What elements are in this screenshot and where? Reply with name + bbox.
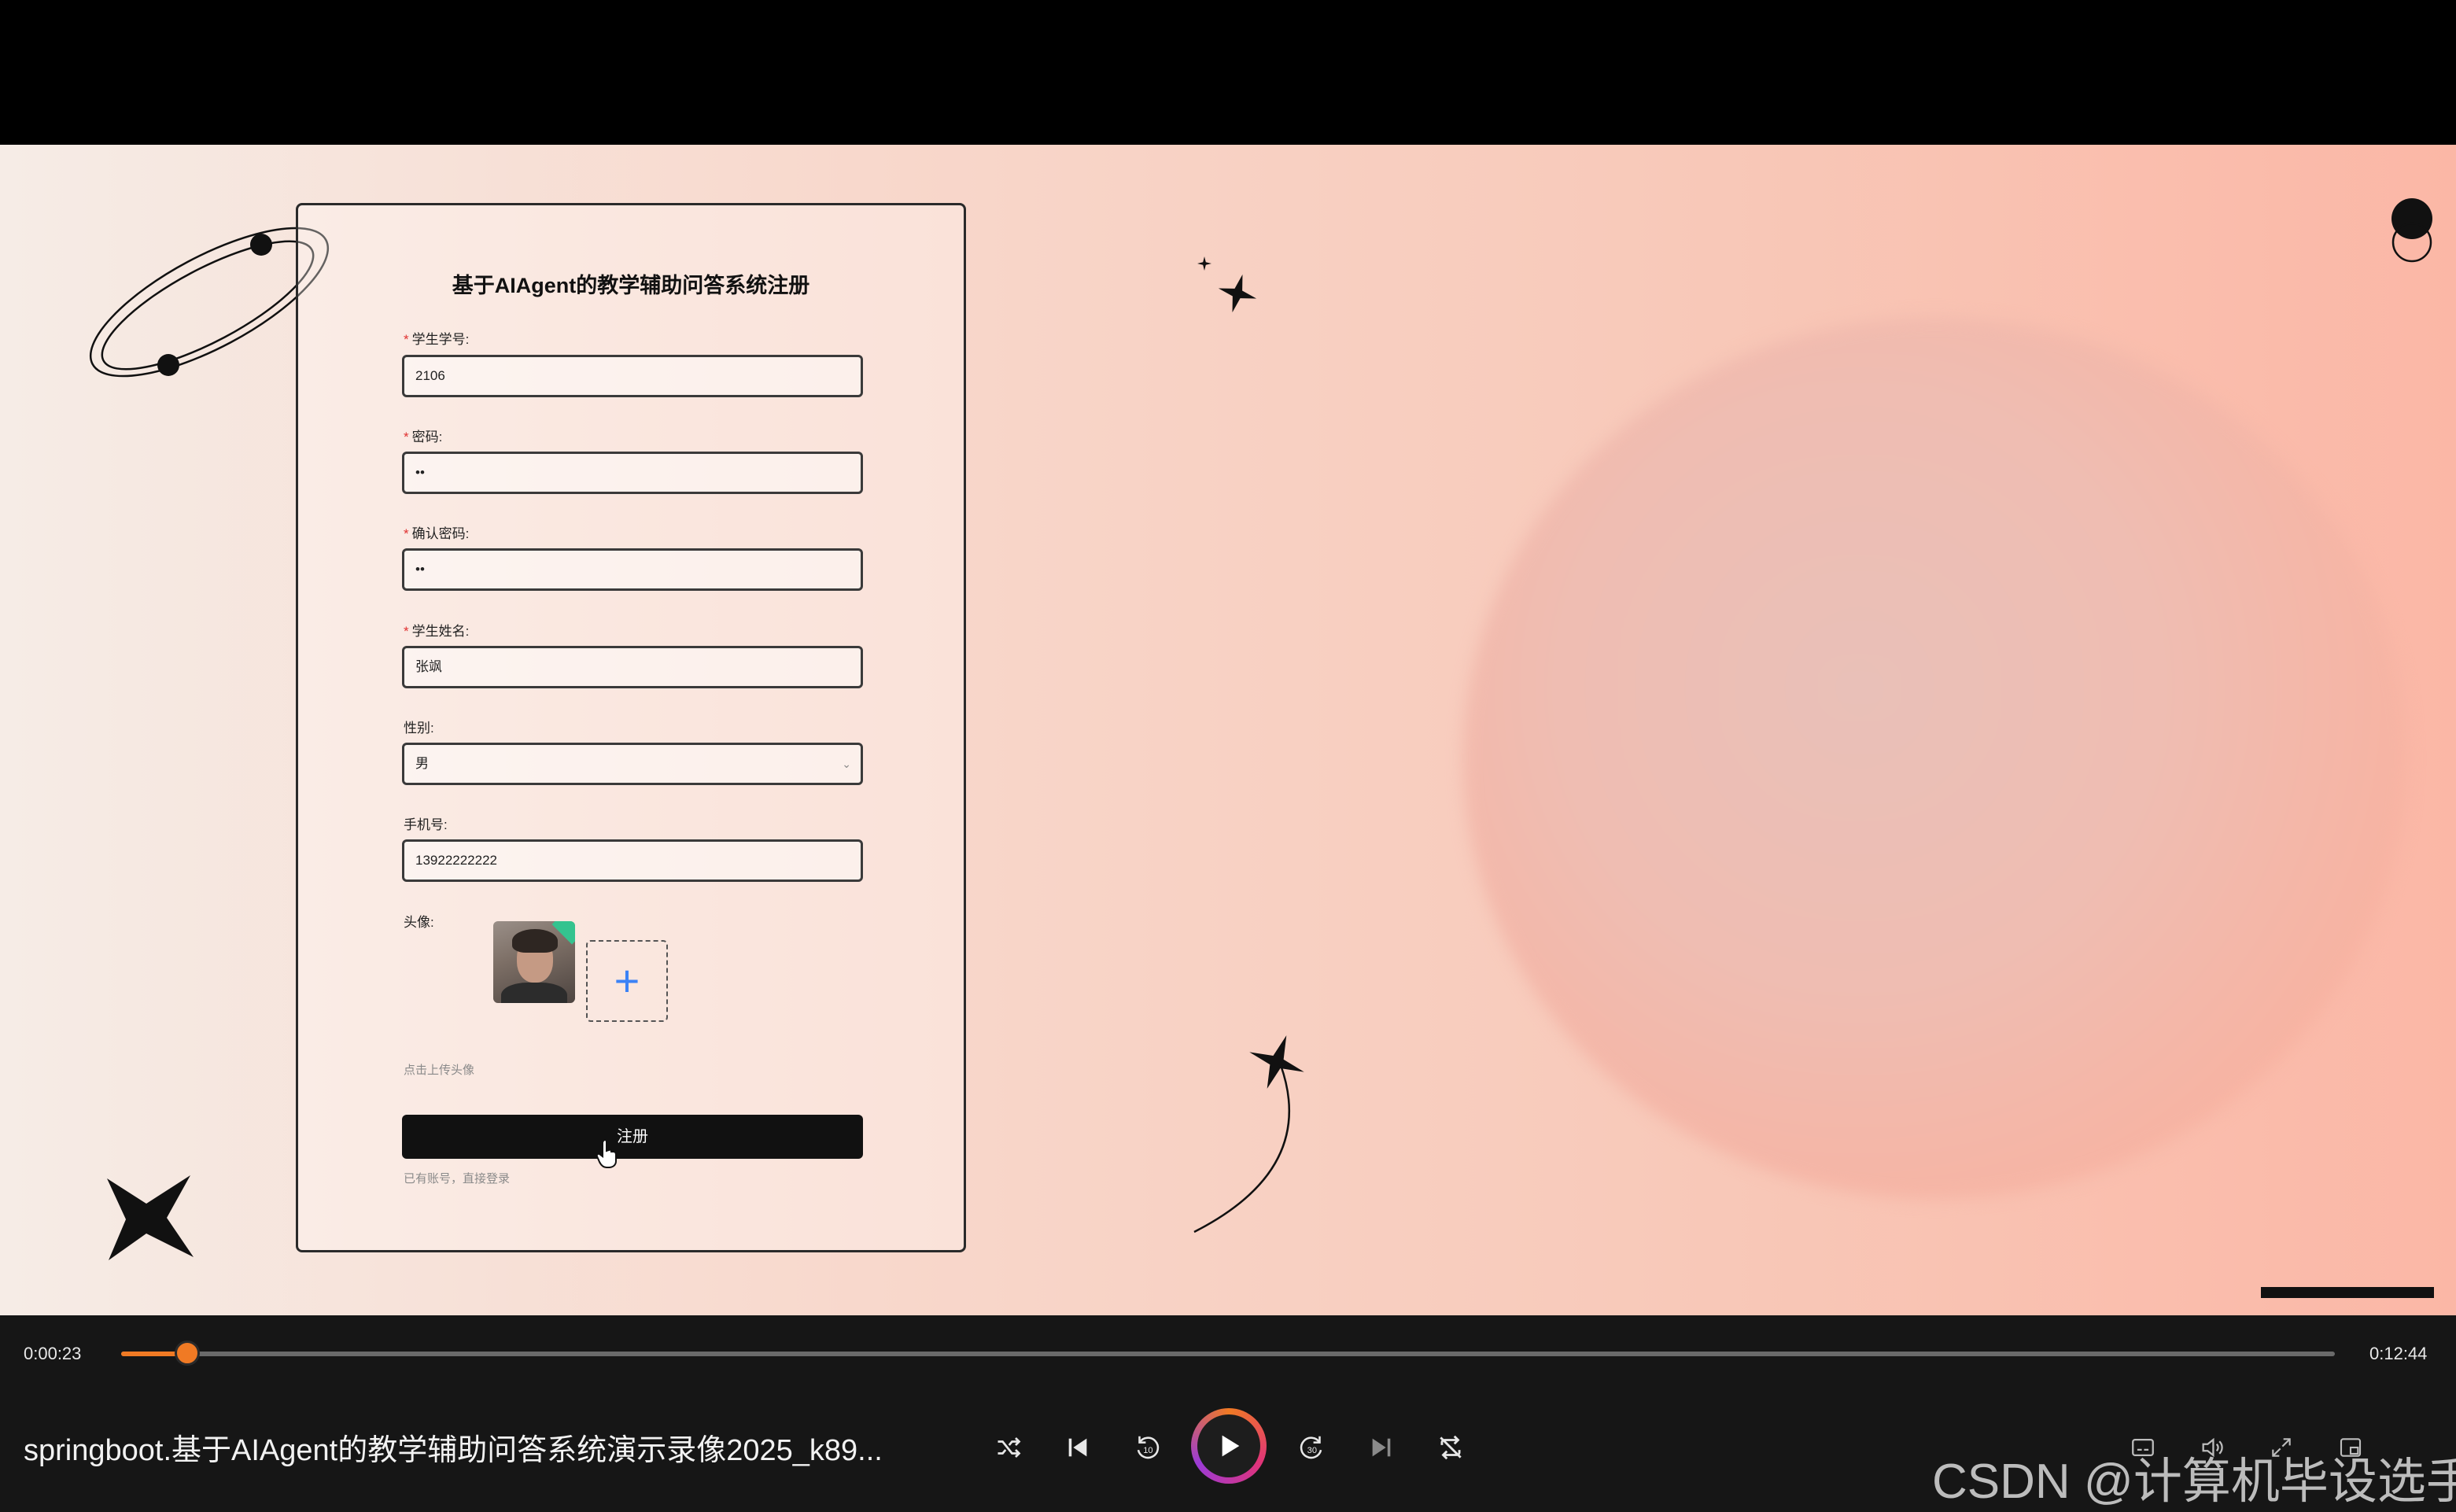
student-id-input[interactable]: 2106: [402, 355, 863, 397]
svg-text:10: 10: [1143, 1446, 1152, 1455]
phone-input[interactable]: 13922222222: [402, 839, 863, 882]
phone-label: 手机号:: [404, 817, 448, 832]
password-input[interactable]: ••: [402, 452, 863, 494]
register-form-card: 基于AIAgent的教学辅助问答系统注册 * 学生学号: 2106 * 密码: ••…: [296, 203, 966, 1252]
avatar-preview[interactable]: [493, 921, 575, 1003]
gender-value: 男: [415, 756, 429, 771]
chevron-down-icon: ⌄: [842, 758, 851, 770]
gender-label: 性别:: [404, 721, 434, 736]
student-name-label: * 学生姓名:: [404, 624, 470, 639]
confirm-password-input[interactable]: ••: [402, 548, 863, 591]
student-name-input[interactable]: 张飒: [402, 646, 863, 688]
watermark: CSDN @计算机毕设选手: [1932, 1455, 2456, 1509]
bar-decoration: [2261, 1287, 2434, 1298]
register-button[interactable]: 注册: [402, 1115, 863, 1159]
required-mark: *: [404, 332, 409, 347]
seek-bar-thumb[interactable]: [175, 1341, 201, 1366]
sparkle-star: [1218, 274, 1257, 313]
upload-hint: 点击上传头像: [404, 1064, 475, 1077]
confirm-password-label: * 确认密码:: [404, 526, 470, 541]
student-id-label: * 学生学号:: [404, 332, 470, 347]
sparkle-star-small: [1197, 256, 1211, 271]
avatar-upload-button[interactable]: +: [586, 940, 668, 1022]
required-mark: *: [404, 430, 409, 444]
current-time: 0:00:23: [24, 1344, 82, 1363]
video-frame[interactable]: 基于AIAgent的教学辅助问答系统注册 * 学生学号: 2106 * 密码: ••…: [0, 145, 2456, 1315]
hand-cursor-icon: [596, 1139, 617, 1168]
login-link[interactable]: 已有账号，直接登录: [404, 1170, 510, 1186]
dot-decoration: [2391, 198, 2432, 263]
required-mark: *: [404, 624, 409, 639]
media-player-window: 基于AIAgent的教学辅助问答系统注册 * 学生学号: 2106 * 密码: ••…: [0, 0, 2456, 1512]
background-blob: [1463, 318, 2407, 1199]
total-time: 0:12:44: [2369, 1344, 2428, 1363]
rewind-10-icon[interactable]: 10: [1131, 1432, 1163, 1463]
seek-bar[interactable]: [121, 1341, 2335, 1366]
sparkle-star-large: [107, 1175, 194, 1260]
skip-previous-icon[interactable]: [1062, 1432, 1093, 1463]
svg-text:30: 30: [1307, 1446, 1317, 1455]
video-title: springboot.基于AIAgent的教学辅助问答系统演示录像2025_k8…: [24, 1434, 883, 1467]
forward-30-icon[interactable]: 30: [1296, 1432, 1328, 1463]
player-controls: 0:00:23 0:12:44 springboot.基于AIAgent的教学辅…: [0, 1315, 2456, 1512]
form-title: 基于AIAgent的教学辅助问答系统注册: [452, 274, 810, 297]
top-letterbox: [0, 0, 2456, 145]
comet-star-decoration: [1193, 1035, 1304, 1234]
repeat-off-icon[interactable]: [1435, 1432, 1466, 1463]
avatar-label: 头像:: [404, 915, 434, 930]
play-icon: [1222, 1435, 1240, 1457]
play-button[interactable]: [1191, 1408, 1267, 1484]
shuffle-icon[interactable]: [993, 1432, 1024, 1463]
plus-icon: +: [614, 956, 640, 1005]
required-mark: *: [404, 526, 409, 541]
gender-select[interactable]: 男 ⌄: [402, 743, 863, 785]
skip-next-icon[interactable]: [1366, 1432, 1397, 1463]
password-label: * 密码:: [404, 430, 443, 444]
